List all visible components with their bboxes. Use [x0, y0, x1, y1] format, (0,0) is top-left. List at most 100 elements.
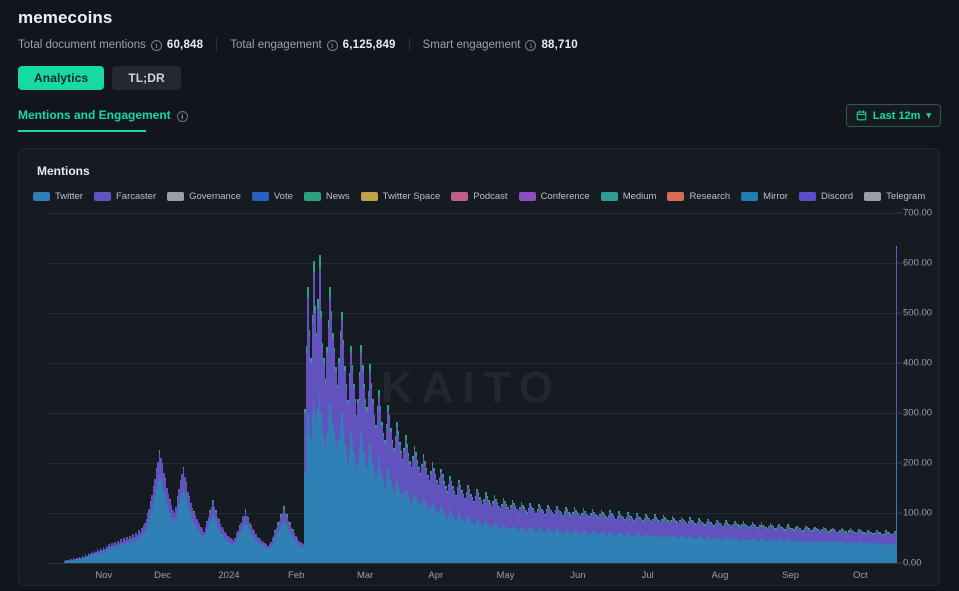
chevron-down-icon: ▾	[926, 111, 931, 120]
legend-label: Telegram	[886, 191, 925, 202]
bar-segment	[454, 491, 456, 493]
legend-label: Governance	[189, 191, 241, 202]
y-axis-tick	[897, 363, 902, 364]
bar-segment	[532, 508, 534, 510]
legend-label: Podcast	[473, 191, 507, 202]
bar-segment	[550, 510, 552, 512]
info-icon[interactable]	[327, 40, 338, 51]
y-axis-labels: 0.00100.00200.00300.00400.00500.00600.00…	[903, 213, 940, 563]
chart-bar[interactable]	[896, 246, 898, 564]
legend-item-discord[interactable]: Discord	[799, 191, 853, 202]
stat-label: Total document mentions	[18, 39, 146, 51]
bar-segment	[432, 462, 434, 466]
tab-mentions-and-engagement[interactable]: Mentions and Engagement	[18, 108, 188, 130]
x-axis-line	[46, 563, 897, 564]
bar-segment	[896, 418, 898, 563]
bar-segment	[436, 480, 438, 482]
stat-label: Total engagement	[230, 39, 321, 51]
y-axis-tick	[897, 213, 902, 214]
x-axis-tick-label: Mar	[357, 570, 373, 581]
bar-segment	[415, 452, 417, 456]
legend-item-conference[interactable]: Conference	[519, 191, 590, 202]
stat-divider	[216, 38, 217, 51]
legend-label: Twitter	[55, 191, 83, 202]
x-axis-tick-label: Dec	[154, 570, 171, 581]
date-range-picker[interactable]: Last 12m ▾	[846, 104, 941, 127]
bar-segment	[371, 383, 373, 389]
bar-segment	[390, 428, 392, 431]
bar-segment	[400, 451, 402, 453]
bar-segment	[332, 333, 334, 338]
bar-segment	[516, 509, 518, 511]
y-axis-tick	[897, 463, 902, 464]
bar-segment	[362, 365, 364, 371]
y-axis-tick-label: 600.00	[903, 258, 932, 269]
bar-segment	[463, 494, 465, 496]
legend-label: Farcaster	[116, 191, 156, 202]
legend-item-podcast[interactable]: Podcast	[451, 191, 507, 202]
bar-segment	[445, 486, 447, 488]
y-axis-tick	[897, 263, 902, 264]
segment-analytics[interactable]: Analytics	[18, 66, 104, 90]
bar-segment	[372, 399, 374, 404]
bar-segment	[162, 463, 164, 466]
bar-segment	[245, 509, 247, 512]
bar-segment	[343, 340, 345, 346]
info-icon[interactable]	[525, 40, 536, 51]
bar-segment	[331, 311, 333, 318]
bar-segment	[396, 422, 398, 427]
y-axis-tick-label: 0.00	[903, 558, 922, 569]
bar-segment	[186, 482, 188, 484]
legend-label: Vote	[274, 191, 293, 202]
tab-label: Mentions and Engagement	[18, 108, 171, 122]
bar-segment	[504, 501, 506, 503]
bar-segment	[506, 504, 508, 506]
bar-segment	[561, 512, 563, 514]
legend-item-telegram[interactable]: Telegram	[864, 191, 925, 202]
legend-item-twitter[interactable]: Twitter	[33, 191, 83, 202]
bar-segment	[458, 480, 460, 483]
bar-segment	[442, 474, 444, 477]
x-axis-tick-label: 2024	[218, 570, 239, 581]
bar-segment	[494, 495, 496, 498]
bar-segment	[896, 248, 898, 418]
bar-segment	[525, 510, 527, 512]
bar-segment	[322, 343, 324, 348]
info-icon[interactable]	[177, 111, 188, 122]
legend-swatch	[799, 192, 816, 201]
legend-item-medium[interactable]: Medium	[601, 191, 657, 202]
page-title: memecoins	[18, 8, 112, 28]
legend-item-farcaster[interactable]: Farcaster	[94, 191, 156, 202]
bar-segment	[399, 442, 401, 445]
stat-value: 60,848	[167, 39, 203, 51]
legend-item-twitter-space[interactable]: Twitter Space	[361, 191, 441, 202]
legend-item-mirror[interactable]: Mirror	[741, 191, 788, 202]
y-axis-tick-label: 300.00	[903, 408, 932, 419]
bar-segment	[380, 406, 382, 410]
bar-segment	[329, 287, 331, 298]
legend-label: Conference	[541, 191, 590, 202]
bar-segment	[592, 509, 594, 511]
bar-segment	[392, 440, 394, 443]
bar-segment	[323, 358, 325, 363]
info-icon[interactable]	[151, 40, 162, 51]
bar-segment	[476, 489, 478, 491]
stat-divider	[409, 38, 410, 51]
legend-item-vote[interactable]: Vote	[252, 191, 293, 202]
legend-swatch	[361, 192, 378, 201]
bar-segment	[193, 511, 195, 512]
bar-segment	[405, 435, 407, 440]
bar-segment	[654, 514, 656, 516]
mentions-chart-card: Mentions TwitterFarcasterGovernanceVoteN…	[18, 148, 940, 586]
bar-segment	[498, 506, 500, 507]
bar-segment	[363, 384, 365, 389]
legend-item-news[interactable]: News	[304, 191, 350, 202]
legend-item-governance[interactable]: Governance	[167, 191, 241, 202]
chart-bars	[64, 213, 897, 563]
view-mode-segmented-control[interactable]: Analytics TL;DR	[18, 66, 181, 90]
y-axis-tick-label: 100.00	[903, 508, 932, 519]
bar-segment	[417, 460, 419, 463]
legend-item-research[interactable]: Research	[667, 191, 730, 202]
segment-tl-dr[interactable]: TL;DR	[112, 66, 181, 90]
bar-segment	[689, 517, 691, 519]
